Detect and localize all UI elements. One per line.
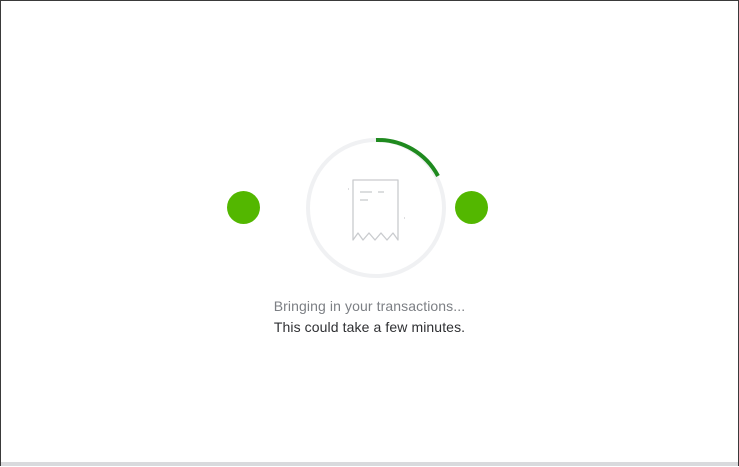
left-indicator-dot	[227, 191, 260, 224]
loading-message-secondary: This could take a few minutes.	[273, 319, 466, 335]
spinner-track	[306, 138, 446, 278]
loading-message-primary: Bringing in your transactions...	[273, 298, 466, 314]
spinner-ring-icon	[306, 137, 446, 278]
loading-status: Bringing in your transactions... This co…	[1, 296, 738, 338]
spinner-arc	[375, 137, 440, 177]
loading-spinner	[302, 134, 450, 282]
receipt-icon	[348, 179, 405, 241]
bottom-divider	[1, 462, 738, 466]
loading-dialog: Bringing in your transactions... This co…	[0, 0, 739, 466]
right-indicator-dot	[455, 191, 488, 224]
